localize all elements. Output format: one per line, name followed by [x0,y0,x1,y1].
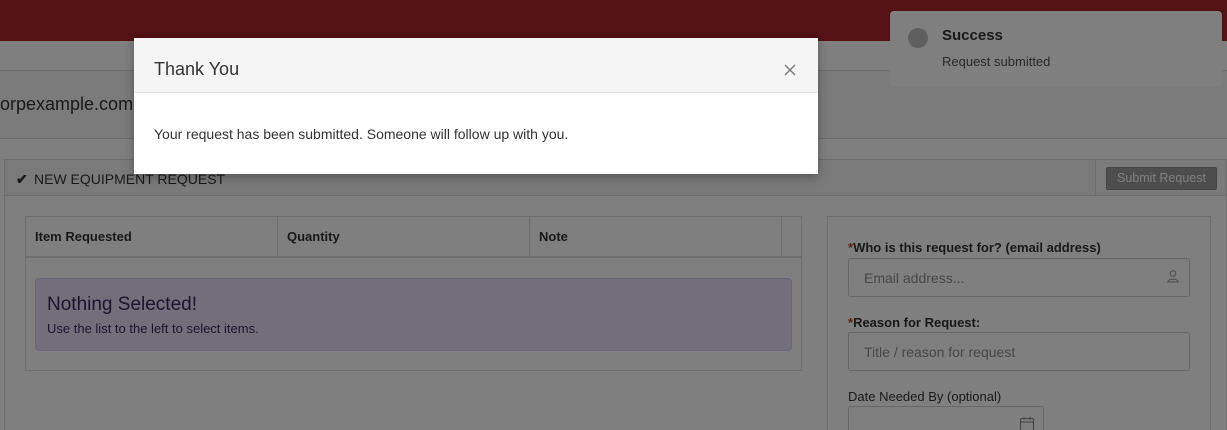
modal-title: Thank You [154,59,240,79]
close-icon[interactable] [782,62,798,78]
thank-you-modal: Thank You Your request has been submitte… [134,38,818,174]
modal-header: Thank You [134,38,818,93]
modal-body-text: Your request has been submitted. Someone… [154,126,569,142]
